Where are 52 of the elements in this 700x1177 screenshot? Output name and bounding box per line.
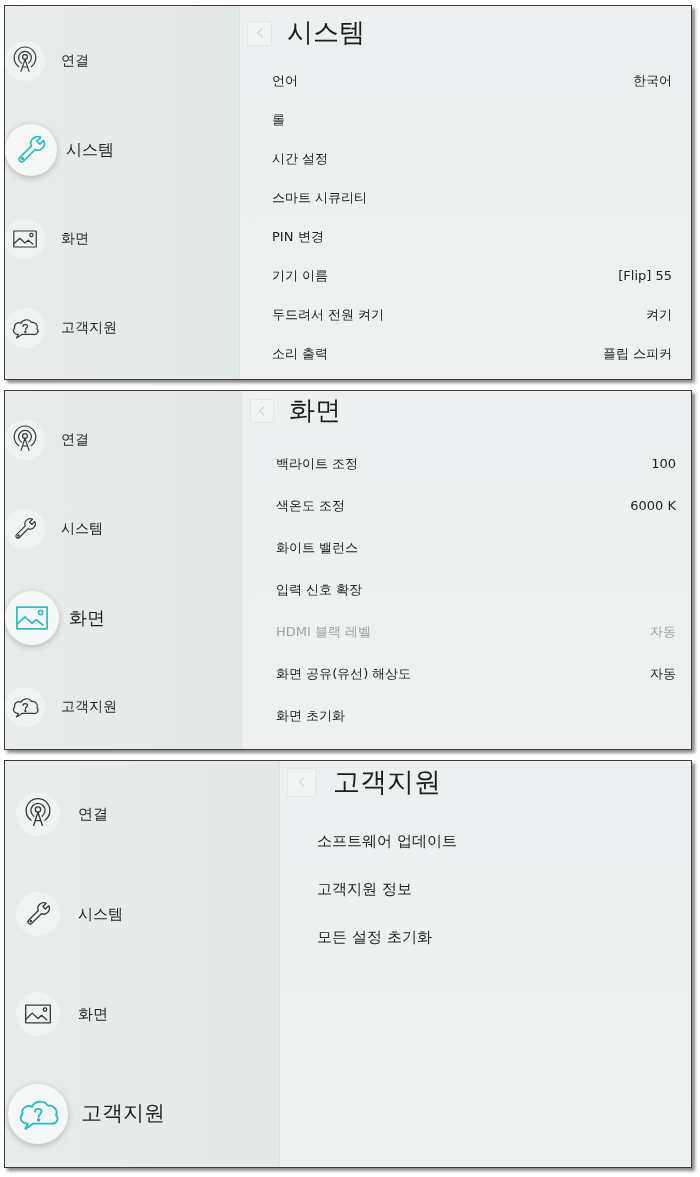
- screen-title: 시스템: [287, 17, 365, 49]
- screen-title: 화면: [289, 395, 341, 427]
- setting-value: 자동: [650, 665, 676, 683]
- sidebar-item[interactable]: 시스템: [5, 892, 123, 936]
- sidebar-item[interactable]: 연결: [5, 419, 89, 460]
- menu-item[interactable]: 입력 신호 확장: [276, 581, 363, 599]
- setting-value: 플립 스피커: [602, 346, 672, 363]
- sidebar-item[interactable]: 화면: [5, 218, 89, 259]
- menu-item[interactable]: 백라이트 조정: [276, 455, 359, 473]
- menu-item[interactable]: PIN 변경: [272, 229, 324, 246]
- setting-value: 6000 K: [630, 497, 676, 515]
- sidebar-item[interactable]: 고객지원: [5, 307, 117, 348]
- menu-item[interactable]: 색온도 조정: [276, 497, 346, 515]
- sidebar-item[interactable]: 고객지원: [5, 686, 117, 727]
- back-button[interactable]: [247, 20, 272, 46]
- wrench-icon: [16, 892, 60, 936]
- menu-item[interactable]: 모든 설정 초기화: [317, 927, 432, 947]
- sidebar-item[interactable]: 시스템: [5, 508, 103, 549]
- menu-item[interactable]: 고객지원 정보: [317, 879, 412, 899]
- wrench-icon: [5, 123, 57, 176]
- sidebar-item[interactable]: 연결: [5, 40, 89, 81]
- menu-item[interactable]: 두드려서 전원 켜기: [272, 307, 385, 324]
- chevron-left-icon: [298, 777, 305, 787]
- menu-item[interactable]: 롤: [272, 112, 285, 129]
- sidebar-item[interactable]: 고객지원: [5, 1084, 165, 1144]
- sidebar-item[interactable]: 연결: [5, 792, 108, 836]
- picture-icon: [16, 992, 60, 1036]
- cloud-question-icon: [8, 1084, 68, 1144]
- chevron-left-icon: [256, 28, 263, 38]
- setting-value: 켜기: [646, 307, 672, 324]
- sidebar-item[interactable]: 화면: [5, 992, 108, 1036]
- chevron-left-icon: [259, 406, 265, 416]
- setting-value: [Flip] 55: [618, 268, 672, 285]
- back-button[interactable]: [287, 767, 316, 797]
- setting-value: 100: [651, 455, 676, 473]
- antenna-icon: [16, 792, 60, 836]
- screen-title: 고객지원: [333, 765, 441, 799]
- back-button[interactable]: [250, 399, 274, 423]
- setting-value: 자동: [650, 623, 676, 641]
- menu-item[interactable]: 스마트 시큐리티: [272, 190, 368, 207]
- menu-item[interactable]: 화면 초기화: [276, 707, 346, 725]
- menu-item[interactable]: 기기 이름: [272, 268, 329, 285]
- menu-item[interactable]: 소리 출력: [272, 346, 329, 363]
- menu-item[interactable]: 언어: [272, 73, 298, 90]
- setting-value: 한국어: [633, 73, 672, 90]
- picture-icon: [5, 590, 59, 645]
- sidebar-item[interactable]: 시스템: [5, 123, 114, 176]
- sidebar-item[interactable]: 화면: [5, 590, 105, 645]
- menu-item[interactable]: 화이트 밸런스: [276, 539, 359, 557]
- menu-item[interactable]: 시간 설정: [272, 151, 329, 168]
- menu-item[interactable]: 소프트웨어 업데이트: [317, 831, 457, 851]
- menu-item[interactable]: 화면 공유(유선) 해상도: [276, 665, 412, 683]
